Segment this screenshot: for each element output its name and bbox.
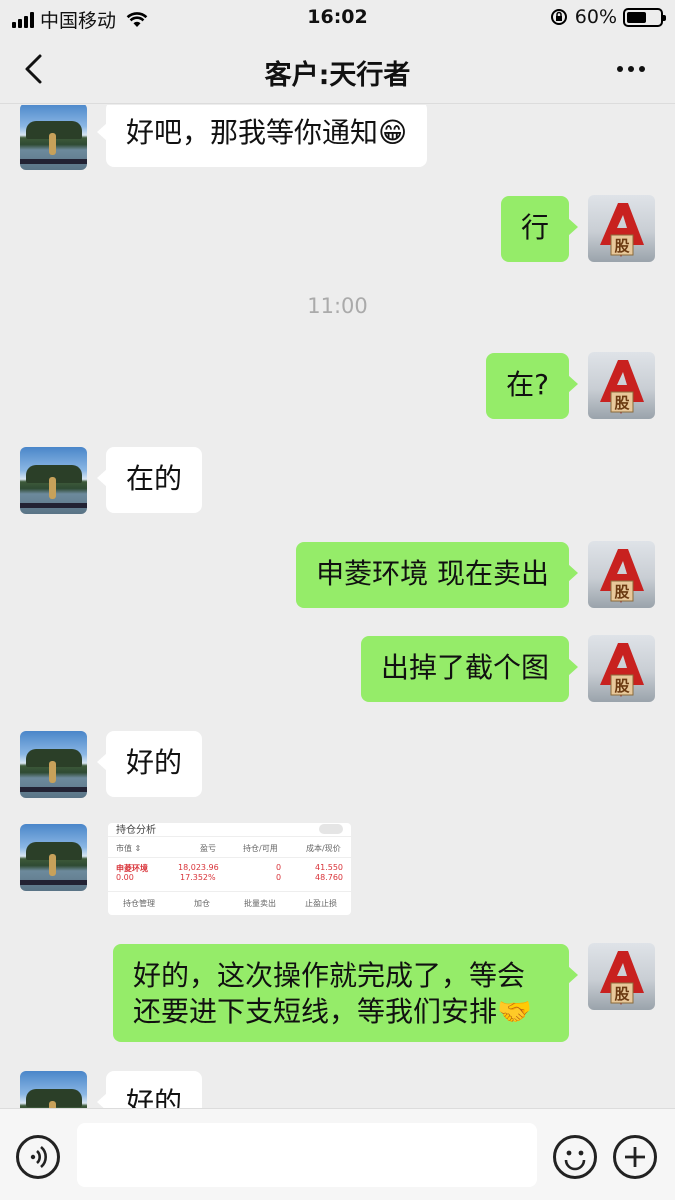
profit-percent: 17.352% bbox=[180, 873, 216, 882]
message-bubble-outgoing[interactable]: 出掉了截个图 bbox=[360, 636, 579, 702]
cost-price: 41.550 bbox=[315, 863, 343, 872]
message-bubble-incoming[interactable]: 在的 bbox=[96, 447, 203, 513]
action-label: 止盈止损 bbox=[305, 899, 337, 908]
chat-area[interactable]: 好吧，那我等你通知😁 行 股 11:00 在? 股 在的 申菱环境 现在卖出 股… bbox=[0, 105, 675, 1108]
my-avatar[interactable]: 股 bbox=[588, 541, 655, 608]
customer-avatar[interactable] bbox=[20, 824, 87, 891]
a-stock-logo-icon: 股 bbox=[600, 360, 644, 414]
my-avatar[interactable]: 股 bbox=[588, 943, 655, 1010]
message-bubble-incoming[interactable]: 好的 bbox=[96, 731, 203, 797]
my-avatar[interactable]: 股 bbox=[588, 195, 655, 262]
toggle-switch bbox=[319, 824, 343, 834]
message-bubble-outgoing[interactable]: 在? bbox=[486, 353, 578, 419]
stock-avatar-label: 股 bbox=[614, 677, 630, 695]
image-message-screenshot[interactable]: 持仓分析 市值 ⇕ 盈亏 持仓/可用 成本/现价 申菱环境 0.00 18,02… bbox=[108, 823, 351, 915]
a-stock-logo-icon: 股 bbox=[600, 203, 644, 257]
stock-avatar-label: 股 bbox=[614, 394, 630, 412]
message-bubble-outgoing[interactable]: 行 bbox=[500, 196, 579, 262]
battery-fill bbox=[627, 11, 647, 23]
column-header: 持仓/可用 bbox=[243, 844, 278, 853]
action-label: 加仓 bbox=[194, 899, 210, 908]
action-label: 持仓管理 bbox=[123, 899, 155, 908]
timestamp: 11:00 bbox=[307, 294, 368, 318]
message-bubble-incoming[interactable]: 好的 bbox=[96, 1071, 203, 1108]
customer-avatar[interactable] bbox=[20, 731, 87, 798]
battery-percent: 60% bbox=[574, 6, 617, 28]
status-right: 60% bbox=[549, 6, 666, 28]
column-header: 市值 ⇕ bbox=[116, 844, 142, 853]
message-bubble-outgoing[interactable]: 好的，这次操作就完成了，等会还要进下支短线，等我们安排🤝 bbox=[113, 944, 578, 1042]
market-value: 0.00 bbox=[116, 873, 134, 882]
column-header: 成本/现价 bbox=[306, 844, 341, 853]
a-stock-logo-icon: 股 bbox=[600, 549, 644, 603]
battery-icon bbox=[623, 7, 666, 27]
customer-avatar[interactable] bbox=[20, 105, 87, 170]
input-bar bbox=[0, 1108, 675, 1200]
stock-avatar-label: 股 bbox=[614, 583, 630, 601]
my-avatar[interactable]: 股 bbox=[588, 352, 655, 419]
orientation-lock-icon bbox=[550, 9, 567, 25]
a-stock-logo-icon: 股 bbox=[600, 951, 644, 1005]
stock-avatar-label: 股 bbox=[614, 985, 630, 1003]
emoji-icon[interactable] bbox=[553, 1135, 597, 1179]
message-bubble-incoming[interactable]: 好吧，那我等你通知😁 bbox=[96, 105, 428, 167]
stock-avatar-label: 股 bbox=[614, 237, 630, 255]
chat-title: 客户:天行者 bbox=[264, 60, 411, 91]
customer-avatar[interactable] bbox=[20, 447, 87, 514]
customer-avatar[interactable] bbox=[20, 1071, 87, 1108]
screenshot-header: 持仓分析 bbox=[116, 825, 156, 836]
nav-bar: 客户:天行者 bbox=[0, 34, 675, 104]
message-bubble-outgoing[interactable]: 申菱环境 现在卖出 bbox=[296, 542, 578, 608]
status-bar: 中国移动 16:02 60% bbox=[0, 0, 675, 34]
action-label: 批量卖出 bbox=[244, 899, 276, 908]
my-avatar[interactable]: 股 bbox=[588, 635, 655, 702]
plus-icon[interactable] bbox=[613, 1135, 657, 1179]
hold-qty: 0 bbox=[276, 863, 282, 872]
profit: 18,023.96 bbox=[178, 863, 219, 872]
column-header: 盈亏 bbox=[200, 844, 216, 853]
more-dots-icon[interactable] bbox=[617, 66, 645, 72]
available-qty: 0 bbox=[276, 873, 282, 882]
current-price: 48.760 bbox=[315, 873, 343, 882]
message-input[interactable] bbox=[77, 1123, 537, 1187]
voice-icon[interactable] bbox=[16, 1135, 60, 1179]
a-stock-logo-icon: 股 bbox=[600, 643, 644, 697]
